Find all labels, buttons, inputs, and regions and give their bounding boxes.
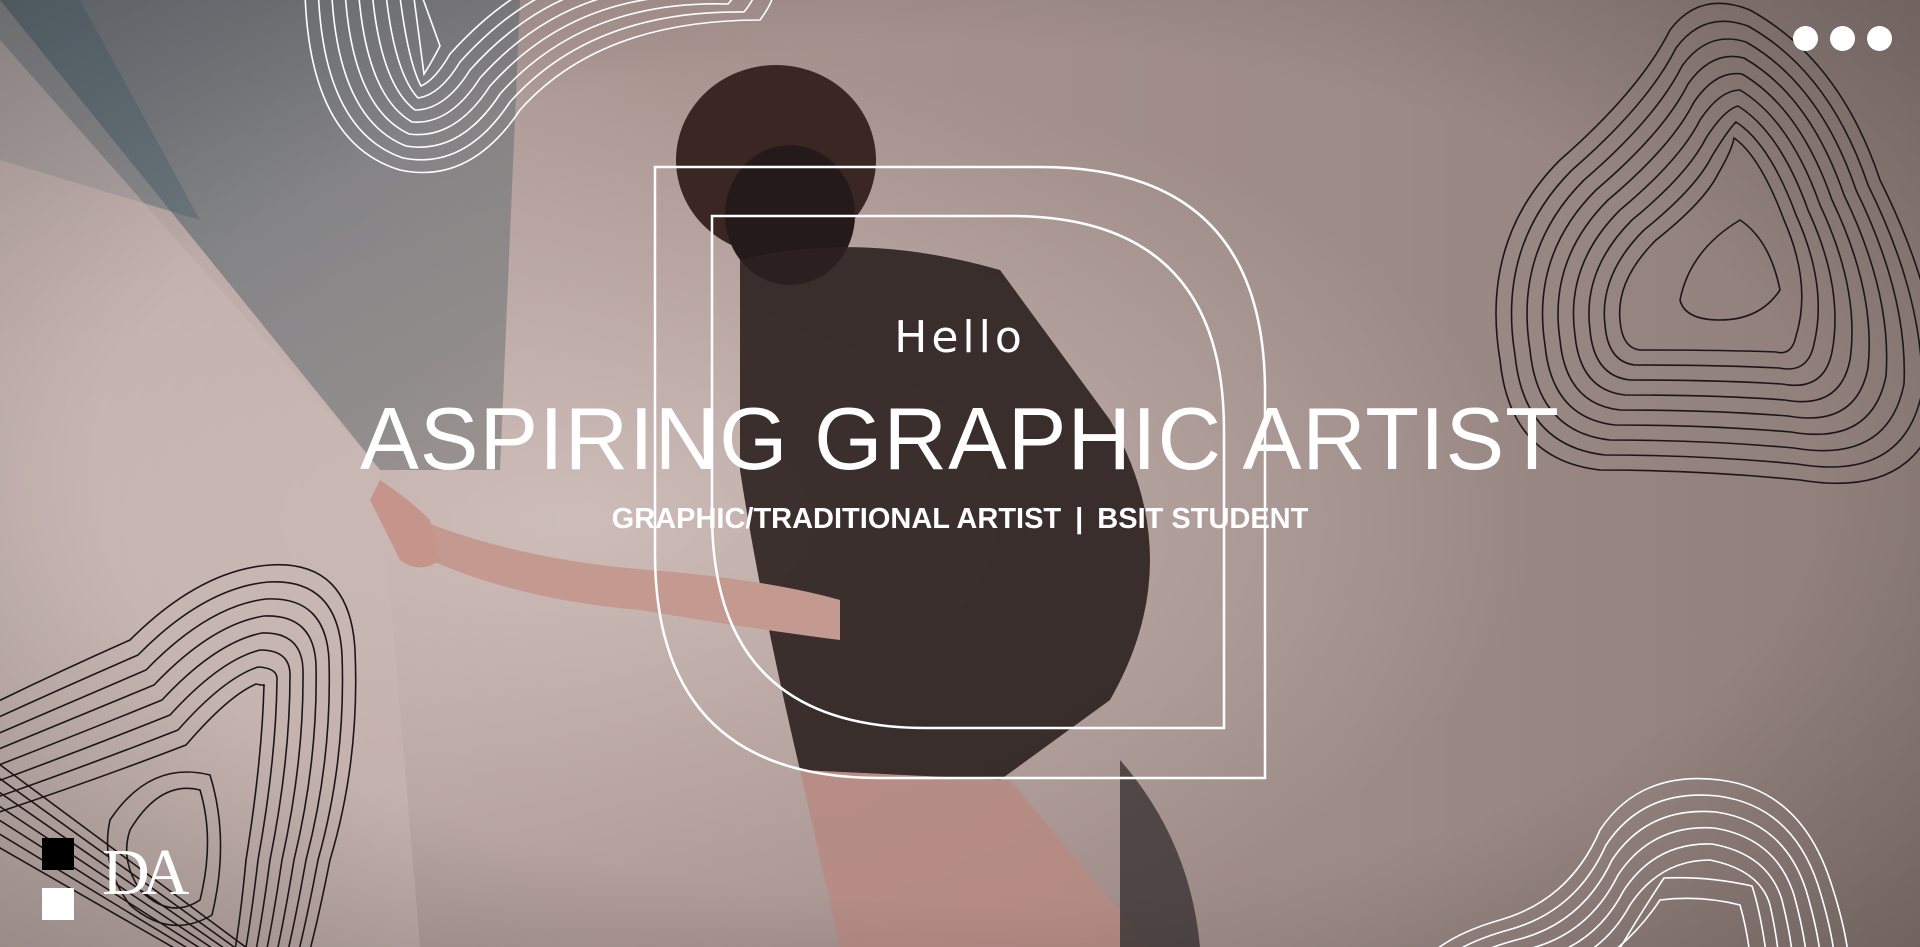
page-title: ASPIRING GRAPHIC ARTIST: [360, 389, 1560, 488]
hero-section: Hello ASPIRING GRAPHIC ARTIST GRAPHIC/TR…: [0, 0, 1920, 947]
subtitle: GRAPHIC/TRADITIONAL ARTIST | BSIT STUDENT: [0, 503, 1920, 536]
more-dots-icon: [1830, 26, 1855, 51]
more-dots-icon: [1793, 26, 1818, 51]
logo-mark: DA: [102, 836, 189, 909]
subtitle-role: GRAPHIC/TRADITIONAL ARTIST: [611, 503, 1062, 535]
subtitle-separator: |: [1075, 503, 1084, 535]
greeting-text: Hello: [894, 312, 1026, 363]
logo-square-black: [42, 838, 74, 870]
logo-square-white: [42, 888, 74, 920]
subtitle-status: BSIT STUDENT: [1097, 503, 1309, 535]
more-menu-button[interactable]: [1793, 26, 1892, 51]
more-dots-icon: [1867, 26, 1892, 51]
site-logo[interactable]: DA: [42, 836, 189, 922]
